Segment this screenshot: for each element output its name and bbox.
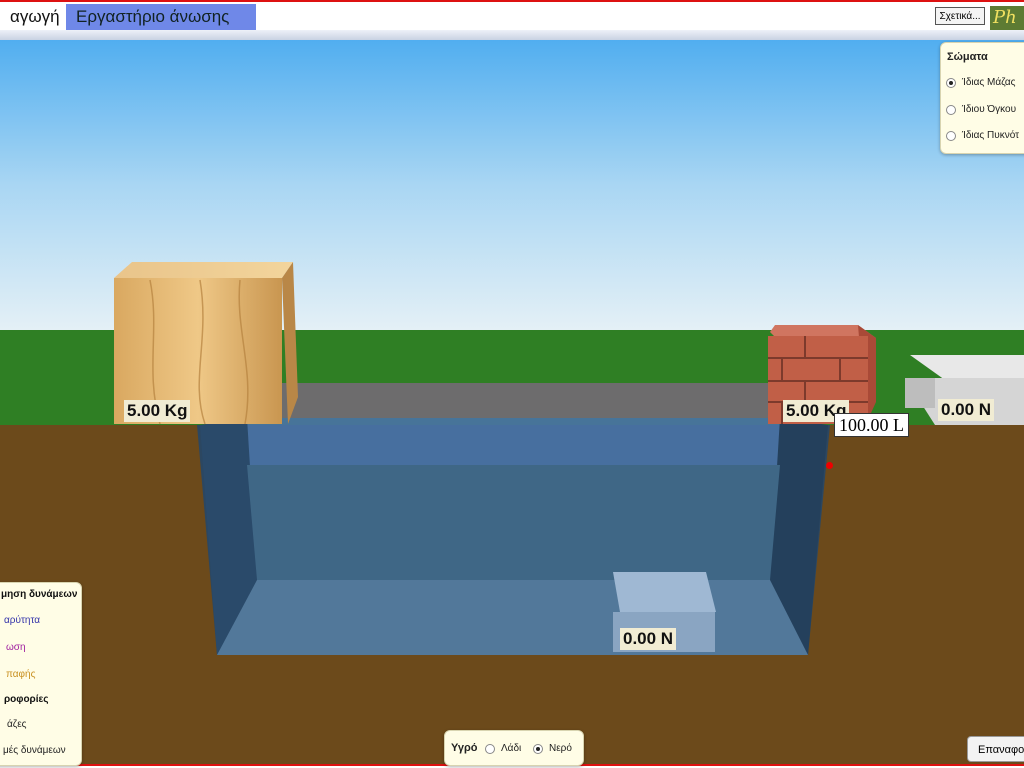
pool-scale-top [613,572,716,612]
pool-scale-reading: 0.00 N [620,628,677,650]
forces-panel: μηση δυνάμεων αρύτητα ωση παφής ροφορίες… [0,582,82,766]
about-button[interactable]: Σχετικά... [935,7,985,25]
force-values-option[interactable]: μές δυνάμεων [3,745,66,756]
other-heading: ροφορίες [4,694,49,705]
radio-icon[interactable] [946,130,956,141]
bodies-panel: Σώματα Ίδιας Μάζας Ίδιου Όγκου Ίδιας Πυκ… [940,42,1024,154]
fluid-option-label: Νερό [549,743,572,754]
fluid-option-water[interactable]: Νερό [533,743,572,754]
fluid-panel: Υγρό Λάδι Νερό [444,730,584,766]
tab-bar: αγωγή Εργαστήριο άνωσης Σχετικά... Ph [0,0,1024,30]
pool-floor [217,580,808,655]
tab-intro[interactable]: αγωγή [0,4,66,30]
header-divider [0,30,1024,40]
masses-option[interactable]: άζες [7,719,26,730]
radio-icon[interactable] [533,743,543,754]
force-gravity-option[interactable]: αρύτητα [4,615,40,626]
reset-button[interactable]: Επαναφορά [967,736,1024,762]
bodies-option-label: Ίδιας Μάζας [962,77,1016,88]
bodies-option-label: Ίδιου Όγκου [962,104,1017,115]
phet-logo[interactable]: Ph [990,6,1024,30]
fluid-option-label: Λάδι [501,743,522,754]
volume-handle[interactable] [826,462,833,469]
bodies-option-label: Ίδιας Πυκνότ [962,130,1020,141]
radio-icon[interactable] [946,77,956,88]
wood-mass-label: 5.00 Kg [124,400,191,422]
right-scale-reading: 0.00 N [938,399,995,421]
volume-readout: 100.00 L [834,413,909,437]
water-surface [247,418,780,465]
bodies-option-same-volume[interactable]: Ίδιου Όγκου [946,104,1016,115]
bodies-option-same-density[interactable]: Ίδιας Πυκνότ [946,130,1019,141]
force-buoyancy-option[interactable]: ωση [6,642,26,653]
tab-buoyancy-lab[interactable]: Εργαστήριο άνωσης [66,4,256,30]
radio-icon[interactable] [485,743,495,754]
fluid-option-oil[interactable]: Λάδι [485,743,521,754]
force-contact-option[interactable]: παφής [6,669,35,680]
bodies-panel-title: Σώματα [947,51,988,63]
fluid-label: Υγρό [451,742,478,754]
forces-heading: μηση δυνάμεων [1,589,78,600]
pool-back-wall [247,465,780,580]
simulation-canvas: 5.00 Kg 5.00 Kg 0.00 N 0.00 N [0,40,1024,766]
bodies-option-same-mass[interactable]: Ίδιας Μάζας [946,77,1015,88]
radio-icon[interactable] [946,104,956,115]
